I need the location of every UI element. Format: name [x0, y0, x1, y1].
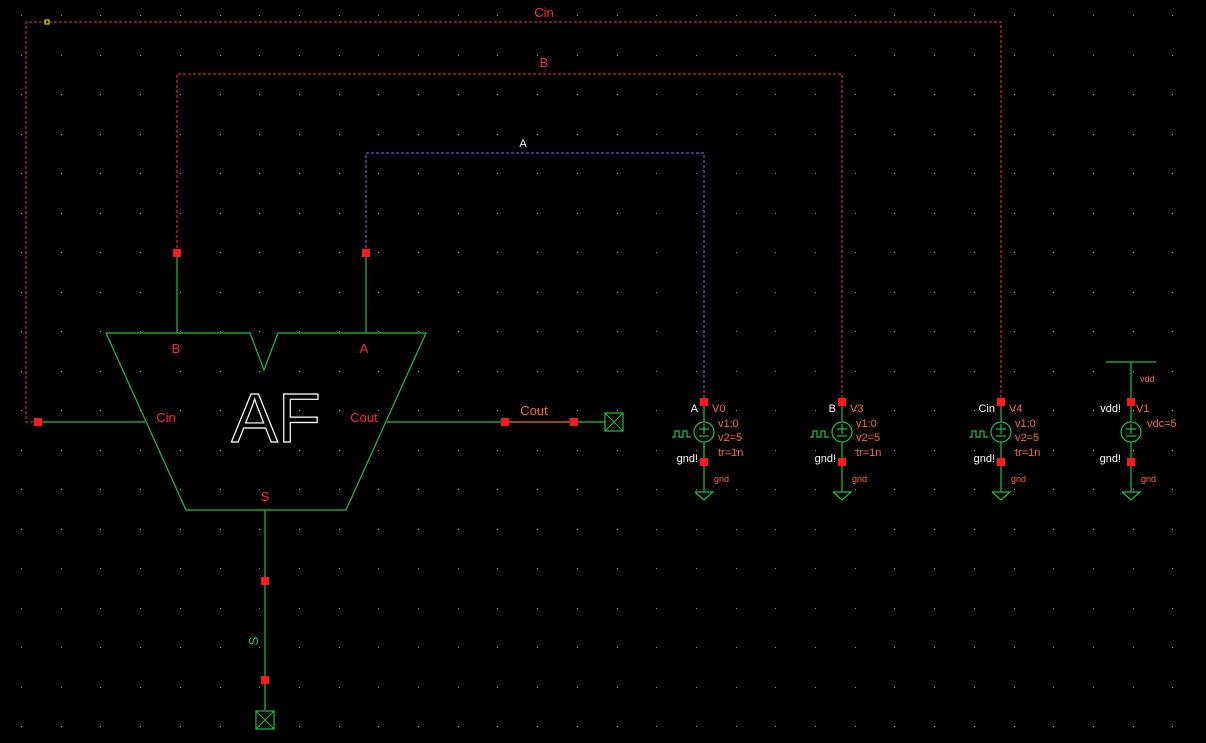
net-label-cout: Cout: [520, 403, 548, 418]
source-param-v2: v2=5: [856, 432, 880, 444]
net-label-cin: Cin: [534, 5, 554, 20]
source-inst-name: V3: [850, 403, 863, 415]
pulse-source-v3[interactable]: B V3 v1:0 v2=5 tr=1n gnd! gnd: [810, 398, 881, 501]
net-label-b: B: [540, 55, 549, 70]
output-pin-s[interactable]: [255, 710, 275, 730]
pin-label-cin: Cin: [156, 410, 176, 425]
net-label-s: S: [246, 636, 261, 645]
source-net-label: A: [691, 403, 699, 415]
dc-source-v1[interactable]: vdd vdd! V1 vdc=5 gnd! gnd: [1100, 361, 1177, 501]
connection-markers: [34, 249, 578, 684]
pin-label-b: B: [172, 341, 181, 356]
source-net-label: B: [829, 403, 836, 415]
source-param-v1: v1:0: [1015, 418, 1036, 430]
net-cin-wire[interactable]: Cin: [25, 5, 1002, 423]
pin-label-cout: Cout: [350, 410, 378, 425]
source-gnd-pin: gnd!: [815, 453, 836, 465]
source-param-tr: tr=1n: [856, 447, 881, 459]
adder-name: AF: [231, 379, 320, 457]
dc-gnd-label: gnd: [1141, 474, 1156, 484]
source-gnd-pin: gnd!: [677, 453, 698, 465]
source-gnd-label: gnd: [714, 474, 729, 484]
ground-icon: [832, 491, 853, 501]
source-param-tr: tr=1n: [718, 447, 743, 459]
source-param-v1: v1:0: [718, 418, 739, 430]
pulse-source-v0[interactable]: A V0 v1:0 v2=5 tr=1n gnd! gnd: [672, 398, 743, 501]
pulse-waveform-icon: [969, 430, 988, 438]
dc-value: vdc=5: [1147, 418, 1177, 430]
source-param-tr: tr=1n: [1015, 447, 1040, 459]
net-cout-wire[interactable]: Cout: [505, 403, 605, 423]
net-label-a: A: [519, 138, 527, 150]
source-inst-name: V0: [712, 403, 725, 415]
ground-icon: [694, 491, 715, 501]
source-param-v1: v1:0: [856, 418, 877, 430]
source-gnd-label: gnd: [1011, 474, 1026, 484]
source-net-label: Cin: [978, 403, 995, 415]
source-param-v2: v2=5: [718, 432, 742, 444]
pin-label-s: S: [261, 489, 270, 504]
schematic-canvas[interactable]: Cin B A B A Cin Cout S AF Cout S A V0v1:…: [0, 0, 1206, 743]
net-b-wire[interactable]: B: [176, 55, 843, 402]
output-pin-cout[interactable]: [604, 412, 624, 432]
dc-gnd-pin: gnd!: [1100, 453, 1121, 465]
dc-top-label: vdd: [1140, 374, 1155, 384]
pulse-source-v4[interactable]: Cin V4 v1:0 v2=5 tr=1n gnd! gnd: [969, 398, 1040, 501]
pulse-waveform-icon: [810, 430, 829, 438]
dc-top-pin: vdd!: [1100, 403, 1121, 415]
dc-inst-name: V1: [1136, 403, 1149, 415]
source-inst-name: V4: [1009, 403, 1022, 415]
ground-icon: [991, 491, 1012, 501]
net-a-wire[interactable]: A: [365, 138, 705, 402]
source-gnd-pin: gnd!: [974, 453, 995, 465]
grid-dots: [21, 15, 1173, 727]
net-s-wire[interactable]: S: [246, 581, 266, 710]
source-gnd-label: gnd: [852, 474, 867, 484]
adder-symbol[interactable]: B A Cin Cout S AF: [38, 253, 505, 581]
pulse-waveform-icon: [672, 430, 691, 438]
pin-label-a: A: [360, 341, 369, 356]
source-param-v2: v2=5: [1015, 432, 1039, 444]
